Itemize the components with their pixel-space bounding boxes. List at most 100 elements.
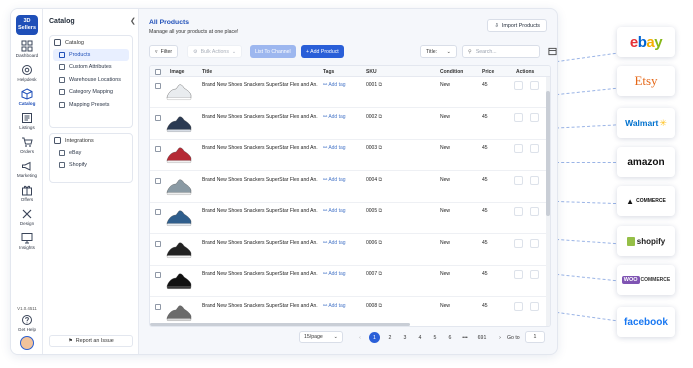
rail-item-marketing[interactable]: Marketing (11, 160, 43, 178)
rail-item-dashboard[interactable]: Dashboard (11, 40, 43, 58)
edit-icon[interactable] (530, 175, 539, 185)
product-title[interactable]: Brand New Shoes Snackers SuperStar Flex … (202, 271, 318, 277)
product-title[interactable]: Brand New Shoes Snackers SuperStar Flex … (202, 82, 318, 88)
scroll-thumb[interactable] (546, 91, 550, 216)
product-title[interactable]: Brand New Shoes Snackers SuperStar Flex … (202, 145, 318, 151)
vertical-scrollbar[interactable] (546, 77, 550, 326)
rail-item-helpdesk[interactable]: Helpdesk (11, 64, 43, 82)
table-row[interactable]: Brand New Shoes Snackers SuperStar Flex … (150, 109, 550, 140)
product-title[interactable]: Brand New Shoes Snackers SuperStar Flex … (202, 240, 318, 246)
add-tag-button[interactable]: ⚯ Add tag (323, 240, 346, 246)
copy-icon[interactable]: ⧉ (377, 208, 383, 214)
sidebar-item-products[interactable]: Products (53, 49, 129, 61)
rail-item-catalog[interactable]: Catalog (11, 88, 43, 106)
edit-icon[interactable] (530, 207, 539, 216)
table-row[interactable]: Brand New Shoes Snackers SuperStar Flex … (150, 172, 550, 203)
next-page-icon[interactable]: › (495, 332, 505, 343)
product-title[interactable]: Brand New Shoes Snackers SuperStar Flex … (202, 208, 318, 214)
copy-icon[interactable]: ⧉ (377, 82, 383, 88)
sidebar-item-warehouse-locations[interactable]: Warehouse Locations (53, 74, 129, 86)
edit-icon[interactable] (530, 301, 539, 311)
link-icon[interactable] (514, 301, 523, 311)
link-icon[interactable] (514, 144, 523, 153)
integrations-group-header[interactable]: Integrations (50, 134, 132, 147)
copy-icon[interactable]: ⧉ (377, 303, 383, 309)
rail-item-offers[interactable]: Offers (11, 184, 43, 202)
search-input[interactable]: ⚲ Search... (462, 45, 540, 58)
sidebar-item-mapping-presets[interactable]: Mapping Presets (53, 99, 129, 111)
per-page-select[interactable]: 15/page ⌄ (299, 331, 343, 343)
collapse-sidebar-icon[interactable]: ❮ (130, 17, 136, 25)
add-tag-button[interactable]: ⚯ Add tag (323, 82, 346, 88)
table-row[interactable]: Brand New Shoes Snackers SuperStar Flex … (150, 203, 550, 234)
catalog-group-header[interactable]: Catalog (50, 36, 132, 49)
row-checkbox[interactable] (155, 146, 161, 152)
bulk-actions-button[interactable]: ⚙ Bulk Actions ⌄ (187, 45, 243, 58)
page-button-1[interactable]: 1 (369, 332, 380, 343)
page-button-5[interactable]: 5 (430, 332, 440, 343)
edit-icon[interactable] (530, 81, 539, 90)
get-help-button[interactable]: Get Help (11, 314, 43, 332)
add-product-button[interactable]: + Add Product (301, 45, 344, 58)
row-checkbox[interactable] (155, 272, 161, 278)
add-tag-button[interactable]: ⚯ Add tag (323, 303, 346, 309)
edit-icon[interactable] (530, 238, 539, 248)
rail-item-insights[interactable]: Insights (11, 232, 43, 250)
sidebar-item-ebay[interactable]: eBay (53, 147, 129, 159)
row-checkbox[interactable] (155, 83, 161, 89)
import-products-button[interactable]: ⇩ Import Products (487, 19, 547, 32)
add-tag-button[interactable]: ⚯ Add tag (323, 177, 346, 183)
copy-icon[interactable]: ⧉ (377, 240, 383, 246)
sidebar-item-custom-attributes[interactable]: Custom Attributes (53, 62, 129, 74)
row-checkbox[interactable] (155, 209, 161, 215)
link-icon[interactable] (514, 112, 523, 122)
table-row[interactable]: Brand New Shoes Snackers SuperStar Flex … (150, 235, 550, 266)
copy-icon[interactable]: ⧉ (377, 114, 383, 120)
row-checkbox[interactable] (155, 177, 161, 184)
prev-page-icon[interactable]: ‹ (355, 332, 365, 343)
avatar[interactable] (20, 336, 34, 350)
goto-page-input[interactable]: 1 (525, 331, 545, 343)
title-select[interactable]: Title: ⌄ (420, 45, 457, 58)
page-button-6[interactable]: 6 (445, 332, 455, 343)
rail-item-orders[interactable]: Orders (11, 136, 43, 154)
filter-button[interactable]: ▿ Filter (149, 45, 179, 58)
sidebar-item-shopify[interactable]: Shopify (53, 160, 129, 172)
page-button-2[interactable]: 2 (385, 332, 395, 343)
row-checkbox[interactable] (155, 114, 161, 121)
copy-icon[interactable]: ⧉ (377, 177, 383, 183)
add-tag-button[interactable]: ⚯ Add tag (323, 271, 346, 277)
link-icon[interactable] (514, 175, 523, 185)
add-tag-button[interactable]: ⚯ Add tag (323, 114, 346, 120)
column-settings-icon[interactable] (547, 45, 557, 58)
horizontal-scrollbar[interactable] (150, 323, 410, 326)
report-issue-button[interactable]: ⚑ Report an Issue (49, 335, 133, 347)
table-row[interactable]: Brand New Shoes Snackers SuperStar Flex … (150, 140, 550, 171)
rail-item-listings[interactable]: Listings (11, 112, 43, 130)
sidebar-item-category-mapping[interactable]: Category Mapping (53, 87, 129, 99)
row-checkbox[interactable] (155, 240, 161, 247)
copy-icon[interactable]: ⧉ (377, 145, 383, 151)
row-checkbox[interactable] (155, 303, 161, 310)
edit-icon[interactable] (530, 112, 539, 122)
link-icon[interactable] (514, 81, 523, 90)
page-button-4[interactable]: 4 (415, 332, 425, 343)
page-button-last[interactable]: 691 (477, 332, 487, 343)
add-tag-button[interactable]: ⚯ Add tag (323, 208, 346, 214)
edit-icon[interactable] (530, 144, 539, 153)
product-title[interactable]: Brand New Shoes Snackers SuperStar Flex … (202, 303, 318, 309)
edit-icon[interactable] (530, 270, 539, 279)
link-icon[interactable] (514, 238, 523, 248)
list-to-channel-button[interactable]: List To Channel (250, 45, 296, 58)
page-ellipsis[interactable]: ••• (460, 332, 470, 343)
select-all-checkbox[interactable] (155, 68, 161, 75)
rail-item-design[interactable]: Design (11, 208, 43, 226)
link-icon[interactable] (514, 207, 523, 216)
table-row[interactable]: Brand New Shoes Snackers SuperStar Flex … (150, 77, 550, 108)
copy-icon[interactable]: ⧉ (377, 271, 383, 277)
add-tag-button[interactable]: ⚯ Add tag (323, 145, 346, 151)
page-button-3[interactable]: 3 (400, 332, 410, 343)
table-row[interactable]: Brand New Shoes Snackers SuperStar Flex … (150, 266, 550, 297)
link-icon[interactable] (514, 270, 523, 279)
product-title[interactable]: Brand New Shoes Snackers SuperStar Flex … (202, 114, 318, 120)
